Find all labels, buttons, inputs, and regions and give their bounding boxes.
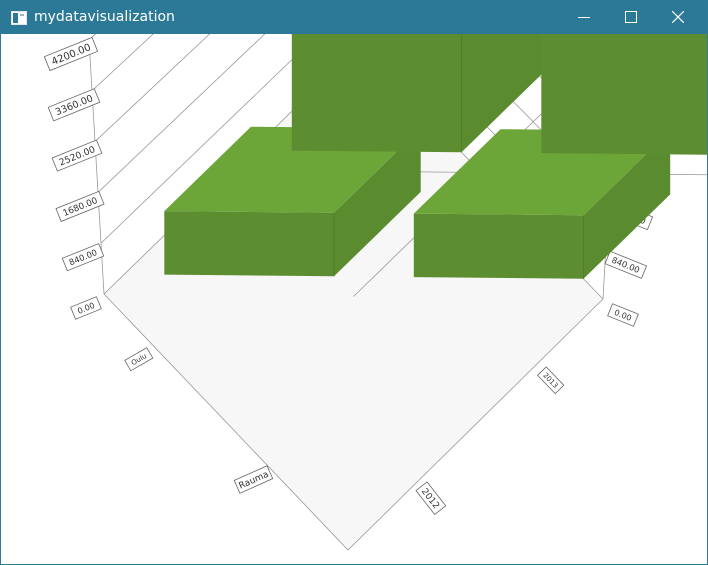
bar-left-face: [541, 34, 707, 155]
maximize-icon: [625, 11, 637, 23]
chart-bar: [541, 34, 707, 155]
bar-left-face: [413, 213, 584, 279]
y-tick-label-left: 1680.00: [55, 190, 105, 222]
row-label: Oulu: [124, 347, 154, 372]
y-tick-label-right: 840.00: [604, 250, 648, 279]
y-tick-label-left: 4200.00: [43, 36, 99, 72]
y-tick-label-left: 0.00: [70, 296, 102, 320]
y-tick-label-right: 0.00: [607, 303, 639, 327]
y-tick-label-left: 2520.00: [51, 139, 103, 172]
bar-chart-3d[interactable]: 4200.004200.003360.003360.002520.002520.…: [1, 34, 707, 564]
y-tick-label-left: 3360.00: [47, 88, 101, 122]
row-label: Rauma: [233, 465, 274, 494]
minimize-button[interactable]: [561, 1, 607, 34]
chart-area[interactable]: 4200.004200.003360.003360.002520.002520.…: [1, 34, 707, 564]
window-title: mydatavisualization: [34, 9, 175, 25]
column-label: 2012: [415, 481, 447, 516]
window-app-icon: [11, 10, 27, 25]
maximize-button[interactable]: [608, 1, 654, 34]
close-icon: [672, 11, 684, 23]
column-label: 2013: [537, 366, 565, 395]
app-window: mydatavisualization 4200.004200.003360.0…: [0, 0, 708, 565]
close-button[interactable]: [655, 1, 701, 34]
title-bar[interactable]: mydatavisualization: [1, 1, 707, 34]
bar-left-face: [164, 211, 334, 277]
minimize-icon: [578, 17, 590, 18]
y-tick-label-left: 840.00: [61, 243, 105, 272]
bar-left-face: [291, 34, 462, 153]
